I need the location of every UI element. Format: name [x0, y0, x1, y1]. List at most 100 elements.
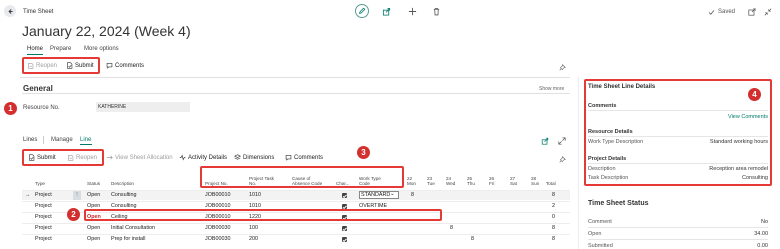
pin-icon [559, 63, 566, 70]
new-button[interactable] [407, 6, 417, 16]
pane-divider [588, 110, 768, 111]
open-new-window-icon [747, 7, 756, 16]
comments-button[interactable]: Comments [106, 62, 144, 69]
row-day-hours[interactable]: 8 [450, 225, 453, 231]
lines-expand-button[interactable] [557, 136, 566, 145]
row-description[interactable]: Prep for install [111, 236, 145, 242]
lines-reopen-button[interactable]: Reopen [67, 154, 97, 161]
status-comment-value: No [760, 219, 768, 225]
row-total[interactable]: 2 [552, 203, 555, 209]
callout-badge-3: 3 [357, 146, 370, 159]
lines-reopen-label: Reopen [76, 154, 98, 161]
callout-box-ceiling-row [84, 209, 442, 221]
tab-home[interactable]: Home [27, 46, 43, 52]
general-show-more-link[interactable]: Show more [539, 86, 564, 92]
row-total[interactable]: 8 [552, 236, 555, 242]
day-name: Mon [407, 181, 416, 186]
submit-button[interactable]: Submit [66, 62, 94, 69]
reopen-button[interactable]: Reopen [27, 62, 57, 69]
row-type[interactable]: Project [35, 225, 52, 231]
row-project-no[interactable]: JOB00030 [205, 236, 230, 242]
edit-button[interactable] [355, 4, 369, 18]
status-submitted-label: Submitted [588, 243, 613, 249]
tab-more-options[interactable]: More options [84, 46, 119, 52]
view-comments-link[interactable]: View Comments [728, 114, 768, 120]
lines-tab-line[interactable]: Line [80, 137, 91, 143]
activity-details-label: Activity Details [188, 154, 228, 161]
row-project-task[interactable]: 1010 [249, 192, 261, 198]
row-project-task[interactable]: 200 [249, 236, 258, 242]
callout-badge-2: 2 [67, 208, 80, 221]
col-header-type[interactable]: Type [35, 181, 45, 186]
open-new-window-button[interactable] [747, 7, 756, 16]
col-header-description[interactable]: Description [111, 181, 134, 186]
col-header-total[interactable]: Total [546, 181, 556, 186]
header-divider [20, 77, 570, 78]
table-row[interactable]: → ⋮ Project Open Consulting JOB00010 1010 STAND… [22, 190, 570, 200]
dimensions-button[interactable]: Dimensions [234, 154, 274, 161]
resource-no-field[interactable]: KATHERINE [96, 102, 190, 112]
task-description-value: Consulting [742, 175, 768, 181]
row-actions-icon[interactable]: ⋮ [73, 191, 81, 200]
activity-details-button[interactable]: Activity Details [179, 154, 227, 161]
project-details-heading: Project Details [588, 156, 627, 162]
row-project-no[interactable]: JOB00030 [205, 225, 230, 231]
row-type[interactable]: Project [35, 192, 52, 198]
row-chargeable-checkbox[interactable] [342, 226, 347, 231]
plus-icon [408, 7, 416, 15]
row-type[interactable]: Project [35, 214, 52, 220]
page-title: January 22, 2024 (Week 4) [22, 23, 191, 39]
table-row[interactable]: Project Open Initial Consultation JOB00030 1… [22, 223, 570, 233]
row-type[interactable]: Project [35, 203, 52, 209]
share-button[interactable] [381, 6, 391, 16]
collapse-button[interactable] [763, 7, 772, 16]
row-chargeable-checkbox[interactable] [342, 237, 347, 242]
col-header-day-0[interactable]: 22 Mon [407, 176, 416, 186]
dimensions-icon [234, 154, 241, 160]
row-project-task[interactable]: 100 [249, 225, 258, 231]
lines-tab-manage[interactable]: Manage [51, 137, 73, 143]
pane-divider [588, 239, 768, 240]
reopen-icon [28, 63, 34, 69]
row-day-hours[interactable]: 8 [411, 192, 414, 198]
pane-divider [588, 227, 768, 228]
status-comment-label: Comment [588, 219, 612, 225]
chevron-down-icon[interactable]: ⌄ [390, 191, 395, 197]
lines-comments-button[interactable]: Comments [285, 154, 323, 161]
row-total[interactable]: 8 [552, 192, 555, 198]
activity-icon [179, 154, 186, 161]
lines-personalize-button[interactable] [558, 155, 566, 163]
table-row[interactable]: Project Open Prep for install JOB00030 200 8 8 [22, 234, 570, 244]
col-header-day-5[interactable]: 27 Sat [510, 176, 517, 186]
row-total[interactable]: 0 [552, 214, 555, 220]
lines-submit-button[interactable]: Submit [28, 154, 56, 161]
arrow-left-icon [7, 8, 13, 14]
col-header-day-6[interactable]: 28 Sun [531, 176, 539, 186]
back-button[interactable] [4, 5, 16, 17]
row-day-hours[interactable]: 8 [471, 236, 474, 242]
day-name: Wed [446, 181, 456, 186]
trash-icon [433, 7, 439, 15]
view-sheet-allocation-button[interactable]: View Sheet Allocation [106, 154, 173, 161]
row-chargeable-checkbox[interactable] [342, 193, 347, 198]
row-type[interactable]: Project [35, 236, 52, 242]
lines-tab-separator [43, 136, 44, 144]
row-status[interactable]: Open [87, 192, 100, 198]
delete-button[interactable] [431, 6, 441, 16]
col-header-day-1[interactable]: 23 Tue [427, 176, 435, 186]
callout-badge-1: 1 [4, 102, 17, 115]
col-header-status[interactable]: Status [87, 181, 100, 186]
row-status[interactable]: Open [87, 236, 100, 242]
row-status[interactable]: Open [87, 225, 100, 231]
row-description[interactable]: Consulting [111, 192, 136, 198]
pin-button[interactable] [558, 63, 566, 71]
tab-home-indicator [27, 54, 43, 55]
col-header-day-3[interactable]: 25 Thu [467, 176, 475, 186]
tab-prepare[interactable]: Prepare [50, 46, 71, 52]
lines-share-button[interactable] [540, 136, 549, 145]
col-header-day-2[interactable]: 24 Wed [446, 176, 455, 186]
row-project-no[interactable]: JOB00010 [205, 192, 230, 198]
col-header-day-4[interactable]: 26 Fri [489, 176, 494, 186]
row-description[interactable]: Initial Consultation [111, 225, 155, 231]
row-total[interactable]: 8 [552, 225, 555, 231]
